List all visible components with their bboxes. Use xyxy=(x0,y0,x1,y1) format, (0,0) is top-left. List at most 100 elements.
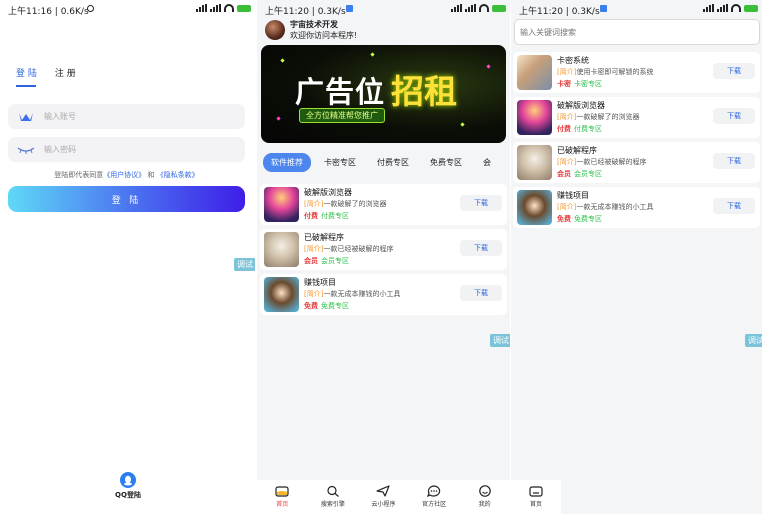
banner-slogan: 全方位精准帮您推广 xyxy=(299,108,385,123)
status-icons xyxy=(451,4,506,12)
item-desc: [简介]使用卡密即可解锁的系统 xyxy=(557,67,653,77)
notification-icon xyxy=(600,5,607,12)
debug-button[interactable]: 调试 xyxy=(490,334,510,347)
debug-button[interactable]: 调试 xyxy=(234,258,255,271)
tab-mini-program-label: 云小程序 xyxy=(371,501,396,508)
agreement-prefix: 登陆即代表同意 xyxy=(54,171,104,179)
tab-home[interactable]: 首页 xyxy=(511,480,561,514)
ad-banner[interactable]: 广告位 招租 全方位精准帮您推广 xyxy=(261,45,506,143)
item-thumbnail xyxy=(517,100,552,135)
signal-icon xyxy=(451,4,462,12)
password-input[interactable]: 输入密码 xyxy=(44,144,76,155)
item-price-tag: 免费 xyxy=(304,302,318,310)
tab-software[interactable]: 软件推荐 xyxy=(263,153,311,172)
user-header: 宇宙技术开发 欢迎你访问本程序! xyxy=(265,19,357,41)
login-button[interactable]: 登 陆 xyxy=(8,186,245,212)
wifi-icon xyxy=(224,4,234,12)
item-desc-prefix: [简介] xyxy=(557,113,577,121)
banner-text-for-rent: 招租 xyxy=(391,72,457,111)
item-desc-prefix: [简介] xyxy=(304,200,324,208)
download-button[interactable]: 下载 xyxy=(713,153,755,169)
list-item[interactable]: 破解版浏览器 [简介]一款破解了的浏览器 付费 付费专区 下载 xyxy=(260,184,507,225)
battery-icon xyxy=(237,4,251,12)
tab-community-label: 官方社区 xyxy=(422,501,447,508)
list-item[interactable]: 卡密系统 [简介]使用卡密即可解锁的系统 卡密 卡密专区 下载 xyxy=(513,52,760,93)
tab-home[interactable]: 首页 xyxy=(257,480,308,514)
download-button[interactable]: 下载 xyxy=(460,285,502,301)
account-input[interactable]: 输入账号 xyxy=(44,111,76,122)
wifi-icon xyxy=(731,4,741,12)
item-thumbnail xyxy=(517,145,552,180)
item-tags: 免费 免费专区 xyxy=(304,301,349,311)
item-zone-tag: 免费专区 xyxy=(574,215,602,223)
download-button[interactable]: 下载 xyxy=(713,108,755,124)
account-field[interactable]: 输入账号 xyxy=(8,104,245,129)
tab-community[interactable]: 官方社区 xyxy=(409,480,460,514)
item-zone-tag: 免费专区 xyxy=(321,302,349,310)
download-button[interactable]: 下载 xyxy=(713,198,755,214)
status-time: 上午11:16 | 0.6K/s xyxy=(8,7,89,17)
signal-icon xyxy=(717,4,728,12)
tab-home-label: 首页 xyxy=(529,501,542,508)
privacy-link[interactable]: 《隐私条款》 xyxy=(157,171,199,179)
item-desc: [简介]一款已经被破解的程序 xyxy=(304,244,393,254)
item-desc-prefix: [简介] xyxy=(304,290,324,298)
list-item[interactable]: 已破解程序 [简介]一款已经被破解的程序 会员 会员专区 下载 xyxy=(513,142,760,183)
qq-login-button[interactable]: QQ登陆 xyxy=(108,472,148,500)
status-bar: 上午11:20 | 0.3K/s xyxy=(257,0,510,20)
item-desc-text: 一款无成本赚钱的小工具 xyxy=(323,290,401,298)
item-tags: 卡密 卡密专区 xyxy=(557,79,602,89)
list-item[interactable]: 赚钱项目 [简介]一款无成本赚钱的小工具 免费 免费专区 下载 xyxy=(513,187,760,228)
qq-login-label: QQ登陆 xyxy=(115,491,141,499)
user-name: 宇宙技术开发 xyxy=(290,20,338,29)
tab-paid[interactable]: 付费专区 xyxy=(369,153,417,172)
agreement-and: 和 xyxy=(147,171,155,179)
tab-register[interactable]: 注 册 xyxy=(55,66,76,87)
item-price-tag: 付费 xyxy=(304,212,318,220)
status-icons xyxy=(196,4,251,12)
notification-icon xyxy=(346,5,353,12)
wifi-icon xyxy=(479,4,489,12)
tab-profile-label: 我的 xyxy=(478,501,491,508)
battery-icon xyxy=(744,4,758,12)
user-agreement-link[interactable]: 《用户协议》 xyxy=(103,171,145,179)
item-desc-text: 一款已经被破解的程序 xyxy=(576,158,647,166)
item-title: 赚钱项目 xyxy=(304,278,336,287)
item-thumbnail xyxy=(264,277,299,312)
item-desc: [简介]一款已经被破解的程序 xyxy=(557,157,646,167)
list-item[interactable]: 已破解程序 [简介]一款已经被破解的程序 会员 会员专区 下载 xyxy=(260,229,507,270)
avatar[interactable] xyxy=(265,20,285,40)
smile-icon xyxy=(478,485,491,497)
tab-card-key[interactable]: 卡密专区 xyxy=(316,153,364,172)
tab-free[interactable]: 免费专区 xyxy=(422,153,470,172)
download-button[interactable]: 下载 xyxy=(713,63,755,79)
item-zone-tag: 卡密专区 xyxy=(574,80,602,88)
download-button[interactable]: 下载 xyxy=(460,240,502,256)
tab-search-engine[interactable]: 搜索引擎 xyxy=(308,480,359,514)
list-item[interactable]: 破解版浏览器 [简介]一款破解了的浏览器 付费 付费专区 下载 xyxy=(513,97,760,138)
item-title: 破解版浏览器 xyxy=(304,188,352,197)
tab-mini-program[interactable]: 云小程序 xyxy=(358,480,409,514)
tab-login[interactable]: 登 陆 xyxy=(16,66,37,87)
item-desc: [简介]一款破解了的浏览器 xyxy=(304,199,386,209)
password-field[interactable]: 输入密码 xyxy=(8,137,245,162)
item-desc-prefix: [简介] xyxy=(557,158,577,166)
sparkle-icon xyxy=(370,52,375,57)
list-item[interactable]: 赚钱项目 [简介]一款无成本赚钱的小工具 免费 免费专区 下载 xyxy=(260,274,507,315)
item-desc-text: 一款破解了的浏览器 xyxy=(576,113,640,121)
item-desc-text: 一款已经被破解的程序 xyxy=(323,245,394,253)
status-bar: 上午11:20 | 0.3K/s xyxy=(511,0,762,20)
download-button[interactable]: 下载 xyxy=(460,195,502,211)
item-desc-prefix: [简介] xyxy=(304,245,324,253)
debug-button[interactable]: 调试 xyxy=(745,334,762,347)
item-price-tag: 卡密 xyxy=(557,80,571,88)
item-thumbnail xyxy=(264,187,299,222)
item-tags: 付费 付费专区 xyxy=(557,124,602,134)
item-price-tag: 免费 xyxy=(557,215,571,223)
item-desc: [简介]一款破解了的浏览器 xyxy=(557,112,639,122)
tab-member[interactable]: 会 xyxy=(475,153,499,172)
item-desc-prefix: [简介] xyxy=(557,68,577,76)
tab-profile[interactable]: 我的 xyxy=(459,480,510,514)
eye-closed-icon xyxy=(16,144,36,156)
search-input[interactable] xyxy=(514,19,760,45)
